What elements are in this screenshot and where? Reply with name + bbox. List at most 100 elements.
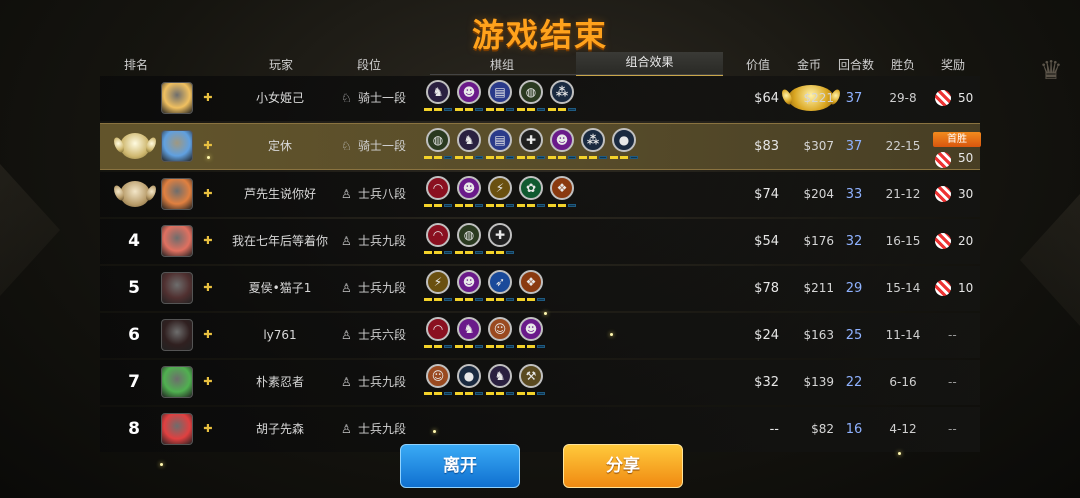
avatar[interactable] [161,225,193,257]
gold: $211 [803,281,834,295]
synergy-icon[interactable]: ❖ [550,176,574,200]
synergy-icon[interactable]: ⚡ [488,176,512,200]
synergy-icon[interactable]: ⚒ [519,364,543,388]
synergy-icon[interactable]: ⁂ [581,128,605,152]
synergy-icon[interactable]: ⁂ [550,80,574,104]
synergy-progress-segment [455,156,463,159]
sparkle [207,156,210,159]
leave-button[interactable]: 离开 [400,444,520,488]
tab-pieces[interactable]: 棋组 [490,56,514,73]
synergy-progress [424,156,454,160]
table-row[interactable]: 6 ✚ ly761 ♙ 士兵六段 ◠ ♞ ☺ ☻ $24 $163 25 11-14 -- [100,313,980,358]
synergy-icon[interactable]: ☻ [457,80,481,104]
synergy-icon[interactable]: ❖ [519,270,543,294]
synergy-progress-segment [506,108,514,111]
synergy-icon[interactable]: ◠ [426,223,450,247]
synergy-progress-segment [444,298,452,301]
value: $54 [754,234,779,249]
table-row[interactable]: 8 ✚ 胡子先森 ♙ 士兵九段 -- $82 16 4-12 -- [100,407,980,452]
player-name: 我在七年后等着你 [231,234,328,248]
synergy-icon[interactable]: ♞ [488,364,512,388]
synergy-progress-segment [455,108,463,111]
synergy-icon[interactable]: ☻ [457,270,481,294]
synergy-progress-segment [517,298,525,301]
synergy-progress-segment [455,392,463,395]
value: $78 [754,281,779,296]
synergy-icon[interactable]: ◠ [426,317,450,341]
synergy-icon[interactable]: ✚ [519,128,543,152]
synergy-progress-segment [465,298,473,301]
synergy-progress [486,251,516,255]
add-friend-icon[interactable]: ✚ [201,187,215,201]
rank-number: 8 [128,419,140,439]
table-row[interactable]: 4 ✚ 我在七年后等着你 ♙ 士兵九段 ◠ ◍ ✚ $54 $176 32 16-15 20 [100,219,980,264]
synergy-progress-segment [496,392,504,395]
tab-combo[interactable]: 组合效果 [576,52,723,76]
synergy-progress-segment [486,251,494,254]
reward-amount: -- [948,375,957,389]
synergy-icon[interactable]: ♞ [457,128,481,152]
table-row[interactable]: ✚ 定休 ♘ 骑士一段 ◍ ♞ ▤ ✚ ☻ ⁂ ● $83 $307 37 22-15 首胜 50 [100,123,981,170]
synergy-progress-segment [475,345,483,348]
table-row[interactable]: 7 ✚ 朴素忍者 ♙ 士兵九段 ☺ ● ♞ ⚒ $32 $139 22 6-16 -- [100,360,980,405]
synergy-icon[interactable]: ◍ [457,223,481,247]
avatar[interactable] [161,413,193,445]
synergy-icon[interactable]: ☺ [426,364,450,388]
synergy-progress-segment [486,392,494,395]
add-friend-icon[interactable]: ✚ [201,234,215,248]
synergy-icon[interactable]: ♞ [457,317,481,341]
add-friend-icon[interactable]: ✚ [201,139,215,153]
synergy-icon[interactable]: ▤ [488,128,512,152]
synergy-icon[interactable]: ☻ [550,128,574,152]
avatar[interactable] [161,272,193,304]
synergy-progress-segment [496,156,504,159]
add-friend-icon[interactable]: ✚ [201,328,215,342]
synergy-icon[interactable]: ⚡ [426,270,450,294]
synergy-progress [424,298,454,302]
tier-label: 骑士一段 [358,91,407,105]
synergy-progress-segment [424,108,432,111]
synergy-progress-segment [475,251,483,254]
avatar[interactable] [161,178,193,210]
synergy-icon[interactable]: ✿ [519,176,543,200]
table-row[interactable]: 5 ✚ 夏侯•猫子1 ♙ 士兵九段 ⚡ ☻ ➶ ❖ $78 $211 29 15-14 10 [100,266,980,311]
win-loss: 15-14 [885,281,921,295]
synergy-progress-segment [537,108,545,111]
reward-amount: 20 [958,234,974,248]
avatar[interactable] [161,82,193,114]
player-name: 小女姫己 [255,91,304,105]
avatar[interactable] [161,130,193,162]
table-row[interactable]: ✚ 小女姫己 ♘ 骑士一段 ♞ ☻ ▤ ◍ ⁂ $64 $221 37 29-8 50 [100,76,980,121]
synergy-progress-segment [568,156,576,159]
synergy-icon[interactable]: ☻ [457,176,481,200]
pawn-icon: ♙ [341,187,352,201]
add-friend-icon[interactable]: ✚ [201,375,215,389]
synergy-progress-segment [486,345,494,348]
synergy-icon[interactable]: ● [612,128,636,152]
share-button[interactable]: 分享 [563,444,683,488]
synergy-icon[interactable]: ♞ [426,80,450,104]
avatar[interactable] [161,319,193,351]
synergy-icon[interactable]: ◍ [426,128,450,152]
add-friend-icon[interactable]: ✚ [201,422,215,436]
add-friend-icon[interactable]: ✚ [201,91,215,105]
table-row[interactable]: ✚ 芦先生说你好 ♙ 士兵八段 ◠ ☻ ⚡ ✿ ❖ $74 $204 33 21-12 30 [100,172,980,217]
synergy-icon[interactable]: ☻ [519,317,543,341]
synergy-progress-segment [506,156,514,159]
synergy-progress-segment [465,108,473,111]
synergy-icon[interactable]: ◍ [519,80,543,104]
synergy-progress [455,108,485,112]
synergy-progress-segment [465,156,473,159]
synergy-icon[interactable]: ➶ [488,270,512,294]
synergy-progress-segment [486,204,494,207]
synergy-progress [424,251,454,255]
avatar[interactable] [161,366,193,398]
synergy-icon[interactable]: ☺ [488,317,512,341]
synergy-icon[interactable]: ● [457,364,481,388]
add-friend-icon[interactable]: ✚ [201,281,215,295]
synergy-progress-segment [620,156,628,159]
synergy-icon[interactable]: ▤ [488,80,512,104]
synergy-icon[interactable]: ◠ [426,176,450,200]
synergy-icon[interactable]: ✚ [488,223,512,247]
synergy-progress-segment [527,156,535,159]
